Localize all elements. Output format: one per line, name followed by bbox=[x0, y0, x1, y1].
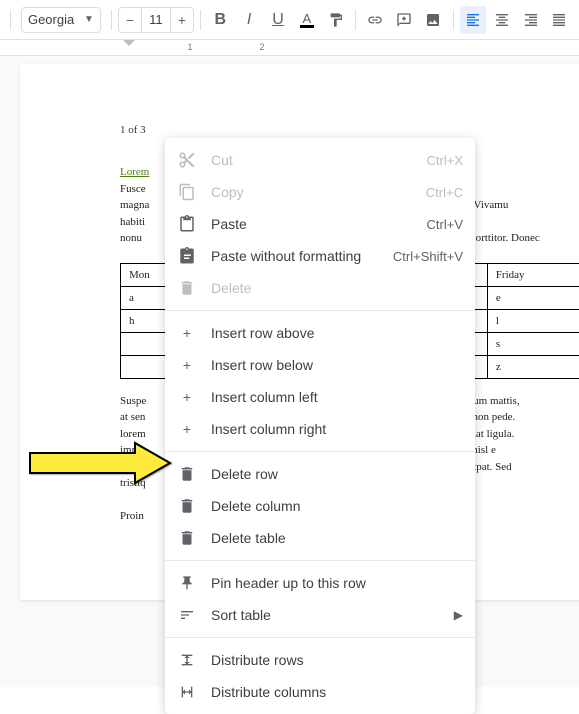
menu-label: Pin header up to this row bbox=[211, 575, 463, 591]
highlight-color-button[interactable] bbox=[322, 6, 349, 34]
menu-copy: Copy Ctrl+C bbox=[165, 176, 475, 208]
sort-icon bbox=[177, 605, 197, 625]
menu-separator bbox=[165, 637, 475, 638]
menu-label: Copy bbox=[211, 184, 426, 200]
plus-icon: + bbox=[177, 355, 197, 375]
table-cell[interactable]: Friday bbox=[487, 263, 579, 286]
chevron-right-icon: ▶ bbox=[454, 608, 463, 622]
chevron-down-icon: ▼ bbox=[84, 14, 94, 25]
bold-button[interactable]: B bbox=[207, 6, 234, 34]
font-family-value: Georgia bbox=[28, 12, 74, 27]
plus-icon: + bbox=[177, 419, 197, 439]
pin-icon bbox=[177, 573, 197, 593]
menu-label: Insert row below bbox=[211, 357, 463, 373]
menu-separator bbox=[165, 560, 475, 561]
paste-plain-icon bbox=[177, 246, 197, 266]
context-menu: Cut Ctrl+X Copy Ctrl+C Paste Ctrl+V Past… bbox=[165, 138, 475, 714]
ruler-indent-marker[interactable] bbox=[123, 40, 135, 50]
menu-label: Distribute rows bbox=[211, 652, 463, 668]
menu-label: Delete bbox=[211, 280, 463, 296]
menu-label: Delete table bbox=[211, 530, 463, 546]
menu-label: Sort table bbox=[211, 607, 454, 623]
plus-icon: + bbox=[177, 323, 197, 343]
copy-icon bbox=[177, 182, 197, 202]
menu-distribute-rows[interactable]: Distribute rows bbox=[165, 644, 475, 676]
trash-icon bbox=[177, 528, 197, 548]
menu-delete: Delete bbox=[165, 272, 475, 304]
distribute-columns-icon bbox=[177, 682, 197, 702]
menu-label: Insert column right bbox=[211, 421, 463, 437]
menu-cut: Cut Ctrl+X bbox=[165, 144, 475, 176]
menu-separator bbox=[165, 451, 475, 452]
menu-insert-column-left[interactable]: + Insert column left bbox=[165, 381, 475, 413]
font-size-group: − + bbox=[118, 7, 194, 33]
menu-shortcut: Ctrl+V bbox=[427, 217, 463, 232]
menu-shortcut: Ctrl+Shift+V bbox=[393, 249, 463, 264]
toolbar: Georgia ▼ − + B I U A bbox=[0, 0, 579, 40]
menu-paste[interactable]: Paste Ctrl+V bbox=[165, 208, 475, 240]
menu-insert-row-above[interactable]: + Insert row above bbox=[165, 317, 475, 349]
menu-shortcut: Ctrl+C bbox=[426, 185, 463, 200]
hyperlink[interactable]: Lorem bbox=[120, 166, 149, 178]
ruler: 1 2 bbox=[0, 40, 579, 56]
font-size-decrease[interactable]: − bbox=[119, 8, 141, 32]
menu-delete-row[interactable]: Delete row bbox=[165, 458, 475, 490]
align-right-button[interactable] bbox=[517, 6, 544, 34]
menu-shortcut: Ctrl+X bbox=[427, 153, 463, 168]
menu-label: Paste without formatting bbox=[211, 248, 393, 264]
menu-paste-without-formatting[interactable]: Paste without formatting Ctrl+Shift+V bbox=[165, 240, 475, 272]
menu-label: Delete column bbox=[211, 498, 463, 514]
italic-button[interactable]: I bbox=[236, 6, 263, 34]
menu-separator bbox=[165, 310, 475, 311]
menu-distribute-columns[interactable]: Distribute columns bbox=[165, 676, 475, 708]
menu-insert-column-right[interactable]: + Insert column right bbox=[165, 413, 475, 445]
align-justify-button[interactable] bbox=[546, 6, 573, 34]
underline-button[interactable]: U bbox=[265, 6, 292, 34]
menu-delete-column[interactable]: Delete column bbox=[165, 490, 475, 522]
menu-label: Insert row above bbox=[211, 325, 463, 341]
insert-link-button[interactable] bbox=[362, 6, 389, 34]
annotation-arrow bbox=[25, 438, 175, 488]
add-comment-button[interactable] bbox=[391, 6, 418, 34]
menu-sort-table[interactable]: Sort table ▶ bbox=[165, 599, 475, 631]
plus-icon: + bbox=[177, 387, 197, 407]
menu-label: Delete row bbox=[211, 466, 463, 482]
table-cell[interactable]: l bbox=[487, 309, 579, 332]
text-color-button[interactable]: A bbox=[293, 6, 320, 34]
menu-delete-table[interactable]: Delete table bbox=[165, 522, 475, 554]
menu-label: Paste bbox=[211, 216, 427, 232]
table-cell[interactable]: z bbox=[487, 355, 579, 378]
trash-icon bbox=[177, 464, 197, 484]
align-left-button[interactable] bbox=[460, 6, 487, 34]
trash-icon bbox=[177, 278, 197, 298]
trash-icon bbox=[177, 496, 197, 516]
menu-pin-header[interactable]: Pin header up to this row bbox=[165, 567, 475, 599]
table-cell[interactable]: s bbox=[487, 332, 579, 355]
menu-label: Insert column left bbox=[211, 389, 463, 405]
page-indicator: 1 of 3 bbox=[120, 124, 579, 136]
font-family-select[interactable]: Georgia ▼ bbox=[21, 7, 101, 33]
font-size-increase[interactable]: + bbox=[171, 8, 193, 32]
ruler-number: 2 bbox=[259, 42, 264, 52]
font-size-input[interactable] bbox=[141, 8, 171, 32]
menu-label: Distribute columns bbox=[211, 684, 463, 700]
align-center-button[interactable] bbox=[488, 6, 515, 34]
ruler-number: 1 bbox=[187, 42, 192, 52]
distribute-rows-icon bbox=[177, 650, 197, 670]
insert-image-button[interactable] bbox=[420, 6, 447, 34]
menu-label: Cut bbox=[211, 152, 427, 168]
cut-icon bbox=[177, 150, 197, 170]
paste-icon bbox=[177, 214, 197, 234]
menu-insert-row-below[interactable]: + Insert row below bbox=[165, 349, 475, 381]
table-cell[interactable]: e bbox=[487, 286, 579, 309]
